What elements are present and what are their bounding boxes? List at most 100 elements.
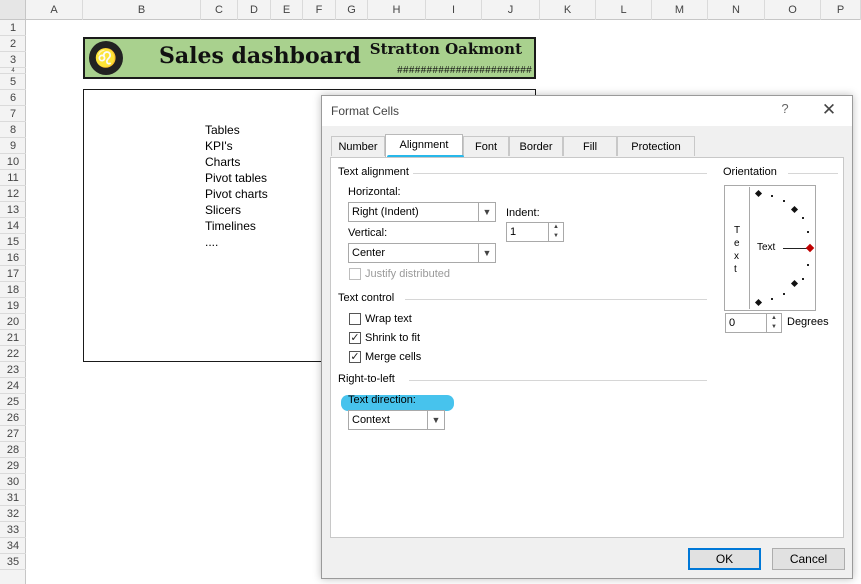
dialog-titlebar[interactable]: Format Cells ? ✕ <box>322 96 852 126</box>
orientation-control[interactable]: T e x t Text <box>724 185 816 311</box>
close-icon[interactable]: ✕ <box>819 100 839 120</box>
row-header[interactable]: 19 <box>0 298 26 314</box>
column-header[interactable]: I <box>426 0 482 20</box>
feature-list-item[interactable]: Charts <box>205 154 268 170</box>
column-header[interactable]: E <box>271 0 303 20</box>
feature-list-item[interactable]: Timelines <box>205 218 268 234</box>
row-header[interactable]: 11 <box>0 170 26 186</box>
tab-font[interactable]: Font <box>463 136 509 156</box>
help-button[interactable]: ? <box>775 101 795 121</box>
spinner-buttons[interactable]: ▲ ▼ <box>548 223 563 241</box>
column-header[interactable]: M <box>652 0 708 20</box>
row-header[interactable]: 34 <box>0 538 26 554</box>
column-header[interactable]: K <box>540 0 596 20</box>
text-direction-select[interactable]: Context ▼ <box>348 410 445 430</box>
ok-button[interactable]: OK <box>688 548 761 570</box>
divider <box>409 380 707 381</box>
text-control-heading: Text control <box>338 292 395 304</box>
row-header[interactable]: 25 <box>0 394 26 410</box>
degrees-spinner[interactable]: 0 ▲ ▼ <box>725 313 782 333</box>
indent-spinner[interactable]: 1 ▲ ▼ <box>506 222 564 242</box>
vertical-value: Center <box>352 247 386 259</box>
column-header[interactable]: F <box>303 0 336 20</box>
row-header[interactable]: 14 <box>0 218 26 234</box>
feature-list-item[interactable]: .... <box>205 234 268 250</box>
row-header[interactable]: 20 <box>0 314 26 330</box>
row-header[interactable]: 22 <box>0 346 26 362</box>
row-header[interactable]: 32 <box>0 506 26 522</box>
row-header[interactable]: 9 <box>0 138 26 154</box>
lion-logo-icon: ♌ <box>89 41 123 75</box>
column-header[interactable]: D <box>238 0 271 20</box>
row-header[interactable]: 12 <box>0 186 26 202</box>
row-header[interactable]: 13 <box>0 202 26 218</box>
orientation-handle[interactable] <box>805 243 815 253</box>
feature-list-item[interactable]: KPI's <box>205 138 268 154</box>
row-header[interactable]: 26 <box>0 410 26 426</box>
tab-protection[interactable]: Protection <box>617 136 695 156</box>
spin-up-icon[interactable]: ▲ <box>767 314 781 323</box>
row-header[interactable]: 23 <box>0 362 26 378</box>
chevron-down-icon[interactable]: ▼ <box>427 411 444 429</box>
vertical-text-toggle[interactable]: T e x t <box>727 187 750 309</box>
row-header[interactable]: 7 <box>0 106 26 122</box>
column-header[interactable]: L <box>596 0 652 20</box>
row-header[interactable]: 33 <box>0 522 26 538</box>
row-header[interactable]: 10 <box>0 154 26 170</box>
column-header[interactable]: H <box>368 0 426 20</box>
column-header[interactable]: N <box>708 0 765 20</box>
column-header[interactable]: O <box>765 0 821 20</box>
vertical-text-char: T <box>734 225 741 236</box>
row-header[interactable]: 31 <box>0 490 26 506</box>
row-header[interactable]: 16 <box>0 250 26 266</box>
feature-list-item[interactable]: Slicers <box>205 202 268 218</box>
spin-down-icon[interactable]: ▼ <box>549 232 563 241</box>
column-header[interactable]: G <box>336 0 368 20</box>
tab-fill[interactable]: Fill <box>563 136 617 156</box>
row-header[interactable]: 6 <box>0 90 26 106</box>
cancel-button[interactable]: Cancel <box>772 548 845 570</box>
feature-list-item[interactable]: Tables <box>205 122 268 138</box>
row-header[interactable]: 2 <box>0 36 26 52</box>
angle-dot <box>783 200 785 202</box>
row-header[interactable]: 24 <box>0 378 26 394</box>
row-header[interactable]: 27 <box>0 426 26 442</box>
merge-cells-checkbox[interactable]: ✓ <box>349 351 361 363</box>
column-header[interactable]: B <box>83 0 201 20</box>
row-header[interactable]: 8 <box>0 122 26 138</box>
row-header[interactable]: 29 <box>0 458 26 474</box>
tab-border[interactable]: Border <box>509 136 563 156</box>
justify-distributed-checkbox[interactable] <box>349 268 361 280</box>
tab-number[interactable]: Number <box>331 136 385 156</box>
column-header[interactable]: P <box>821 0 861 20</box>
spin-down-icon[interactable]: ▼ <box>767 323 781 332</box>
row-header[interactable]: 17 <box>0 266 26 282</box>
feature-list-item[interactable]: Pivot tables <box>205 170 268 186</box>
dashboard-banner[interactable]: ♌ Sales dashboard Stratton Oakmont #####… <box>83 37 536 79</box>
row-header[interactable]: 1 <box>0 20 26 36</box>
row-header[interactable]: 21 <box>0 330 26 346</box>
vertical-text-char: e <box>734 238 740 249</box>
row-header[interactable]: 3 <box>0 52 26 68</box>
column-header[interactable]: J <box>482 0 540 20</box>
spinner-buttons[interactable]: ▲ ▼ <box>766 314 781 332</box>
select-all-corner[interactable] <box>0 0 26 20</box>
wrap-text-checkbox[interactable] <box>349 313 361 325</box>
column-header[interactable]: C <box>201 0 238 20</box>
feature-list-item[interactable]: Pivot charts <box>205 186 268 202</box>
row-header[interactable]: 30 <box>0 474 26 490</box>
column-header[interactable]: A <box>26 0 83 20</box>
row-header[interactable]: 35 <box>0 554 26 570</box>
dashboard-title: Sales dashboard <box>159 43 361 69</box>
shrink-to-fit-checkbox[interactable]: ✓ <box>349 332 361 344</box>
vertical-select[interactable]: Center ▼ <box>348 243 496 263</box>
horizontal-select[interactable]: Right (Indent) ▼ <box>348 202 496 222</box>
row-header[interactable]: 5 <box>0 74 26 90</box>
spin-up-icon[interactable]: ▲ <box>549 223 563 232</box>
chevron-down-icon[interactable]: ▼ <box>478 244 495 262</box>
row-header[interactable]: 18 <box>0 282 26 298</box>
feature-list: Tables KPI's Charts Pivot tables Pivot chart… <box>205 122 268 250</box>
chevron-down-icon[interactable]: ▼ <box>478 203 495 221</box>
row-header[interactable]: 15 <box>0 234 26 250</box>
row-header[interactable]: 28 <box>0 442 26 458</box>
